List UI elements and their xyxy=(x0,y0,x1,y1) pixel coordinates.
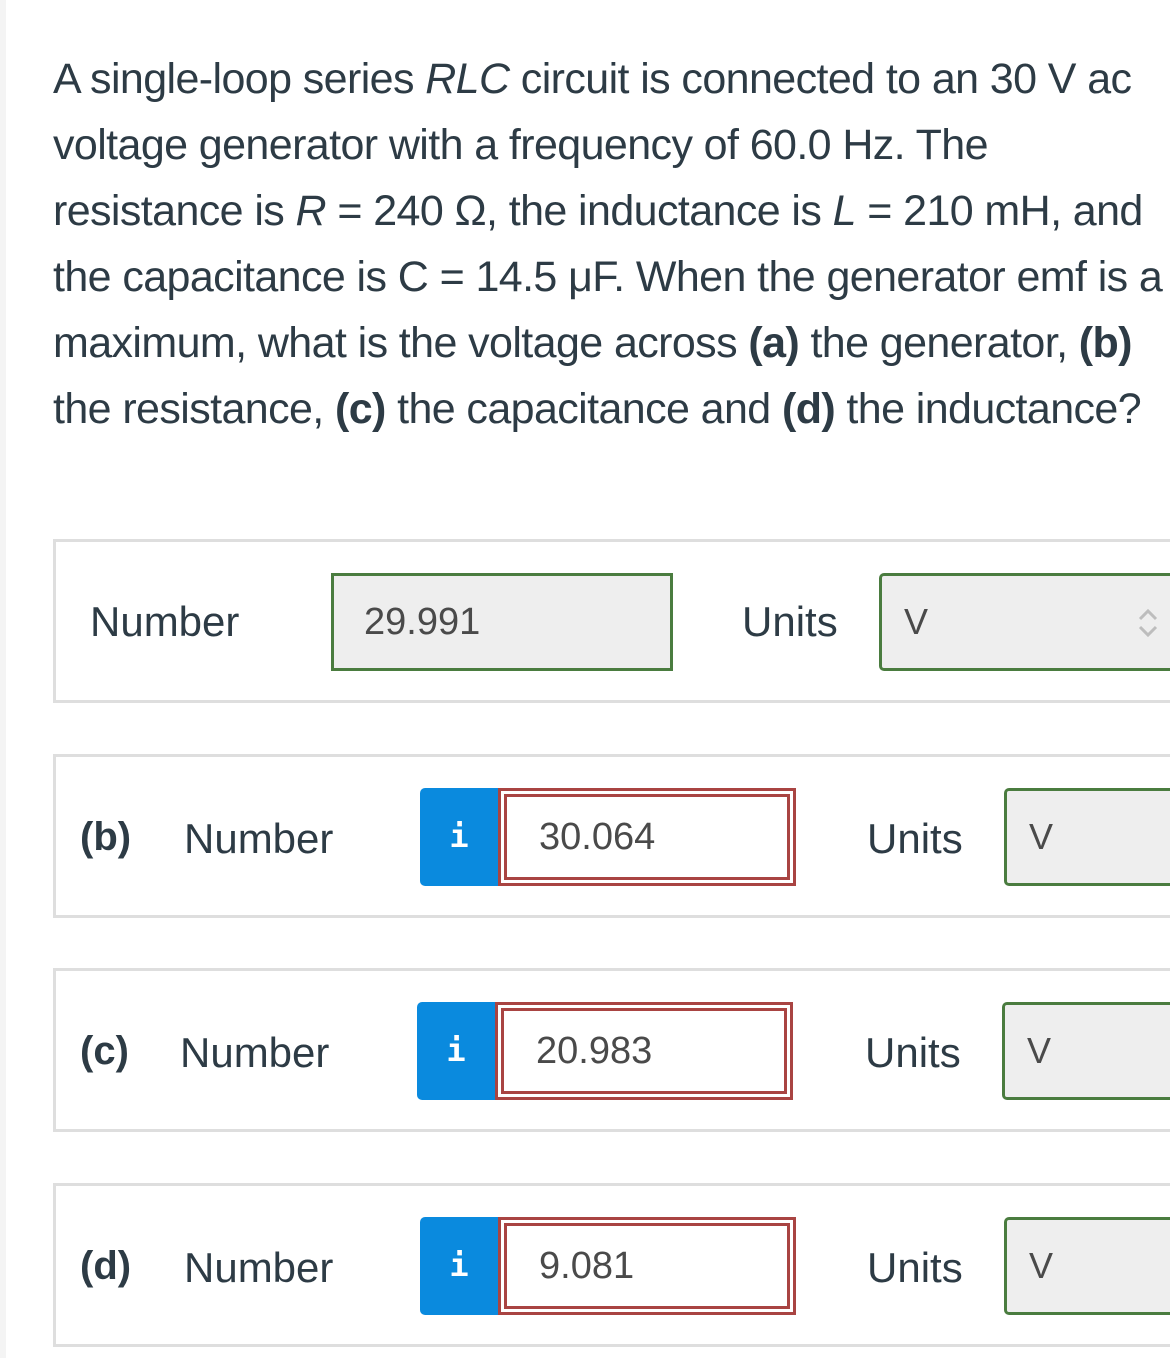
page-edge xyxy=(0,0,6,1358)
info-icon[interactable]: i xyxy=(420,788,498,886)
number-label: Number xyxy=(184,1244,334,1291)
number-input-d[interactable]: 9.081 xyxy=(498,1217,796,1315)
number-value: 20.983 xyxy=(501,1008,787,1094)
number-value: 30.064 xyxy=(504,794,790,880)
units-value: V xyxy=(1027,1030,1052,1071)
units-select-b[interactable]: V xyxy=(1004,788,1170,886)
units-select-d[interactable]: V xyxy=(1004,1217,1170,1315)
units-value: V xyxy=(1029,1245,1054,1286)
units-select-a[interactable]: V xyxy=(879,573,1170,671)
question-segment: RLC xyxy=(425,55,510,103)
answer-row-d: (d) Number i 9.081 Units V xyxy=(53,1183,1170,1347)
question-segment: (b) xyxy=(1078,319,1133,367)
number-input-b[interactable]: 30.064 xyxy=(498,788,796,886)
question-segment: R xyxy=(295,187,327,235)
question-segment: C xyxy=(397,253,429,301)
number-input-c[interactable]: 20.983 xyxy=(495,1002,793,1100)
part-label: (c) xyxy=(80,1029,129,1073)
part-label: (b) xyxy=(80,815,132,859)
answer-row-a: Number 29.991 Units V xyxy=(53,539,1170,703)
question-segment: (c) xyxy=(335,385,386,433)
question-text: A single-loop series RLC circuit is conn… xyxy=(53,46,1163,442)
question-segment: (d) xyxy=(781,385,836,433)
units-value: V xyxy=(904,601,929,642)
units-value: V xyxy=(1029,816,1054,857)
question-segment: L xyxy=(832,187,857,235)
number-label: Number xyxy=(90,598,240,645)
question-segment: A single-loop series xyxy=(53,55,426,103)
number-input-a[interactable]: 29.991 xyxy=(331,573,673,671)
part-label: (d) xyxy=(80,1244,132,1288)
units-select-c[interactable]: V xyxy=(1002,1002,1170,1100)
info-icon[interactable]: i xyxy=(417,1002,495,1100)
chevron-updown-icon xyxy=(1138,608,1158,638)
question-segment: the inductance? xyxy=(835,385,1142,433)
units-label: Units xyxy=(742,598,838,645)
question-segment: (a) xyxy=(748,319,800,367)
units-label: Units xyxy=(865,1029,961,1076)
units-label: Units xyxy=(867,815,963,862)
answer-row-b: (b) Number i 30.064 Units V xyxy=(53,754,1170,918)
info-icon[interactable]: i xyxy=(420,1217,498,1315)
question-segment: = 240 Ω, the inductance is xyxy=(326,187,833,235)
number-value: 9.081 xyxy=(504,1223,790,1309)
number-label: Number xyxy=(184,815,334,862)
answer-row-c: (c) Number i 20.983 Units V xyxy=(53,968,1170,1132)
question-segment: the generator, xyxy=(799,319,1079,367)
number-label: Number xyxy=(180,1029,330,1076)
units-label: Units xyxy=(867,1244,963,1291)
question-segment: the capacitance and xyxy=(385,385,782,433)
question-segment: the resistance, xyxy=(53,385,335,433)
